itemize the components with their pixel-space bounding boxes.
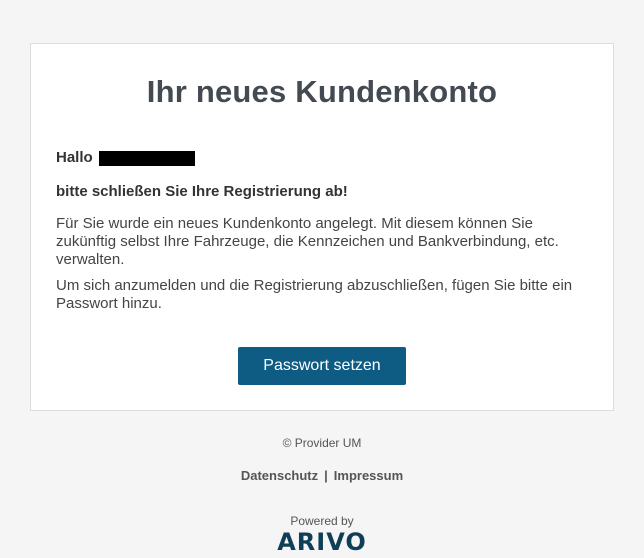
- set-password-button[interactable]: Passwort setzen: [238, 347, 406, 385]
- link-separator: |: [324, 468, 328, 483]
- imprint-link[interactable]: Impressum: [334, 468, 403, 483]
- intro-paragraph: Für Sie wurde ein neues Kundenkonto ange…: [56, 215, 559, 268]
- redacted-name: [98, 151, 195, 166]
- arivo-logo: ARIVO: [277, 528, 367, 556]
- content-card: Ihr neues Kundenkonto Hallo bitte schlie…: [30, 43, 614, 411]
- page-title: Ihr neues Kundenkonto: [146, 74, 498, 109]
- copyright-text: © Provider UM: [282, 436, 362, 450]
- instruction-paragraph: Um sich anzumelden und die Registrierung…: [56, 277, 573, 312]
- greeting-line: Hallo: [56, 148, 195, 166]
- email-page: Ihr neues Kundenkonto Hallo bitte schlie…: [0, 0, 644, 558]
- powered-by-text: Powered by: [290, 514, 354, 528]
- greeting-text: Hallo: [56, 148, 93, 166]
- subheading: bitte schließen Sie Ihre Registrierung a…: [56, 183, 348, 200]
- privacy-link[interactable]: Datenschutz: [241, 468, 318, 483]
- footer-links: Datenschutz | Impressum: [0, 468, 644, 483]
